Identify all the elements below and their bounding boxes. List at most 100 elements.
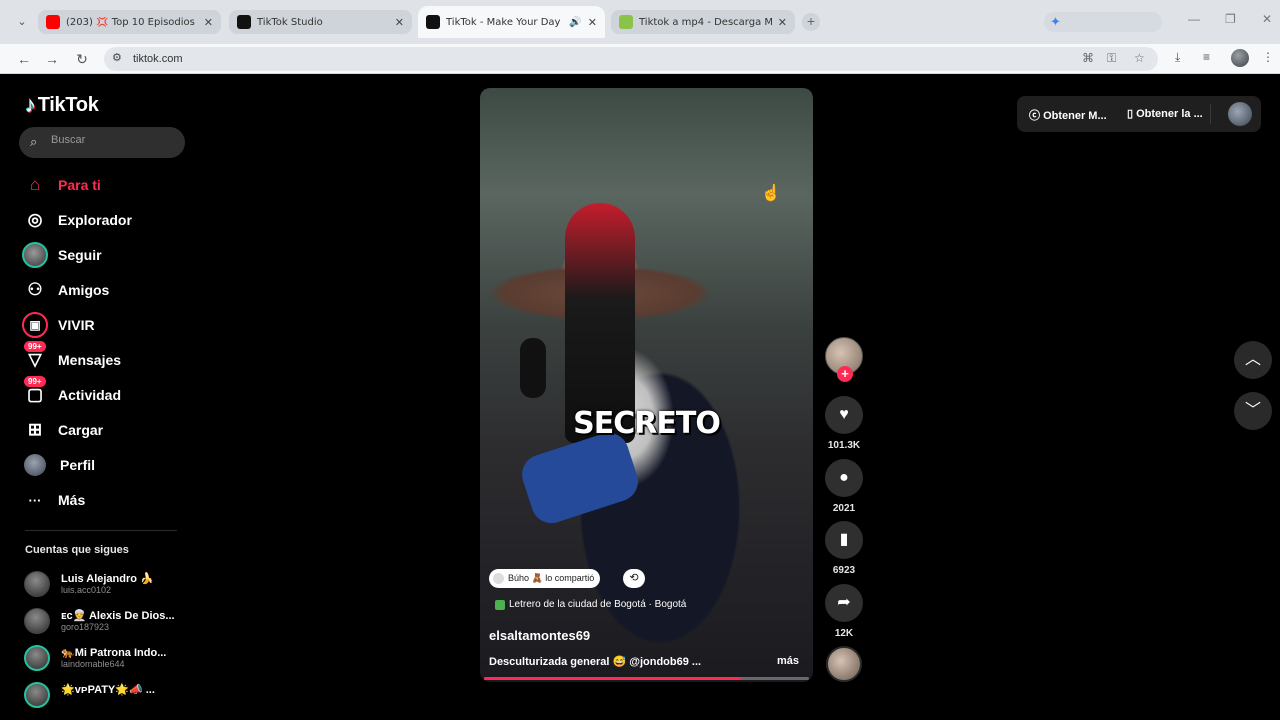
close-icon[interactable]: ✕: [778, 16, 787, 29]
more-icon: ···: [28, 492, 42, 508]
activity-glyph: ▢: [26, 385, 44, 404]
download-icon[interactable]: ⤓: [1175, 50, 1180, 65]
location-pin-icon: [495, 599, 505, 610]
account-name: 🐅Mi Patrona Indo...: [61, 647, 167, 659]
nav-for-you[interactable]: ⌂ Para ti: [22, 170, 101, 200]
minimize-icon[interactable]: —: [1188, 12, 1200, 26]
browser-tab[interactable]: (203) 💢 Top 10 Episodios Más ✕: [38, 10, 221, 34]
like-count: 101.3K: [827, 440, 861, 451]
user-avatar[interactable]: [1228, 102, 1252, 126]
reload-icon[interactable]: ↻: [71, 48, 93, 70]
media-control-icon[interactable]: ≡: [1203, 50, 1210, 64]
nav-following[interactable]: Seguir: [22, 240, 102, 270]
nav-label: Para ti: [58, 177, 101, 193]
messages-badge: 99+: [24, 341, 46, 352]
browser-tab[interactable]: TikTok Studio ✕: [229, 10, 412, 34]
video-description: Desculturizada general 😅 @jondob69 ...: [489, 656, 702, 668]
repost-attribution[interactable]: Búho 🧸 lo compartió: [489, 569, 601, 588]
coin-icon: ⓒ: [1029, 110, 1044, 122]
video-progress-bar[interactable]: [484, 677, 809, 680]
music-disc[interactable]: [826, 646, 862, 682]
following-account[interactable]: 🌟ᴠᴘPATY🌟📣 ...: [24, 679, 194, 713]
nav-label: Seguir: [58, 247, 102, 263]
account-handle: luis.acc0102: [61, 585, 112, 595]
previous-video-button[interactable]: ︿: [1234, 341, 1272, 379]
nav-activity[interactable]: ▢ 99+ Actividad: [22, 376, 121, 410]
tab-title: Tiktok a mp4 - Descarga Músic: [639, 16, 772, 28]
nav-explore[interactable]: ◎ Explorador: [22, 205, 132, 235]
nav-label: Perfil: [60, 457, 96, 473]
tab-search-button[interactable]: ⌄: [12, 12, 32, 32]
back-icon[interactable]: ←: [13, 48, 35, 70]
heart-icon: ♥: [839, 406, 849, 423]
more-button[interactable]: más: [777, 655, 799, 667]
nav-more[interactable]: ··· Más: [22, 485, 86, 515]
live-icon: ▣: [22, 312, 48, 338]
activity-badge: 99+: [24, 376, 46, 387]
avatar: [24, 571, 50, 597]
video-player[interactable]: SECRETO Búho 🧸 lo compartió ⟲ Letrero de…: [480, 88, 813, 682]
avatar: [24, 608, 50, 634]
search-box[interactable]: ⌕: [19, 127, 185, 158]
tiktok-note-icon: ♪: [25, 92, 36, 117]
save-count: 6923: [832, 565, 856, 576]
account-name: ᴇᴄ👳 Alexis De Dios...: [61, 610, 175, 622]
new-tab-button[interactable]: +: [802, 13, 820, 31]
nav-friends[interactable]: ⚇ Amigos: [22, 275, 109, 305]
nav-upload[interactable]: ⊞ Cargar: [22, 415, 103, 445]
close-icon[interactable]: ✕: [588, 16, 597, 29]
forward-icon[interactable]: →: [41, 48, 63, 70]
nav-messages[interactable]: ▽ 99+ Mensajes: [22, 341, 121, 375]
close-icon[interactable]: ✕: [395, 16, 404, 29]
browser-profile-avatar[interactable]: [1231, 49, 1249, 67]
window-close-icon[interactable]: ✕: [1262, 12, 1272, 26]
following-account[interactable]: 🐅Mi Patrona Indo... laindomable644: [24, 642, 194, 676]
like-button[interactable]: ♥: [825, 396, 863, 434]
bookmark-icon: ▮: [839, 531, 849, 548]
activity-icon: ▢ 99+: [22, 376, 48, 408]
search-input[interactable]: [51, 134, 171, 146]
save-button[interactable]: ▮: [825, 521, 863, 559]
phone-icon: ▯: [1127, 108, 1137, 120]
share-button[interactable]: ➦: [825, 584, 863, 622]
video-frame-microphone: [520, 338, 546, 398]
messages-icon: ▽ 99+: [22, 341, 48, 373]
follow-plus-icon[interactable]: +: [837, 366, 853, 382]
repost-icon[interactable]: ⟲: [623, 569, 645, 588]
nav-live[interactable]: ▣ VIVIR: [22, 310, 95, 340]
separator: [1210, 104, 1211, 124]
avatar: [493, 573, 504, 584]
comment-button[interactable]: ●: [825, 459, 863, 497]
tiktok-logo[interactable]: ♪ TikTok: [25, 92, 99, 118]
browser-tab-active[interactable]: TikTok - Make Your Day 🔊 ✕: [418, 6, 605, 38]
get-app-button[interactable]: ▯ Obtener la ...: [1127, 107, 1203, 120]
nav-label: Cargar: [58, 422, 104, 438]
video-author[interactable]: elsaltamontes69: [489, 628, 590, 643]
location-tag[interactable]: Letrero de la ciudad de Bogotá · Bogotá: [495, 599, 686, 610]
account-handle: goro187923: [61, 622, 110, 632]
speaker-icon[interactable]: 🔊: [569, 17, 581, 28]
nav-profile[interactable]: Perfil: [22, 450, 95, 480]
nav-label: Amigos: [58, 282, 110, 298]
menu-kebab-icon[interactable]: ⋮: [1262, 50, 1274, 64]
site-settings-icon[interactable]: ⚙: [112, 51, 122, 64]
account-handle: laindomable644: [61, 659, 125, 669]
gemini-button[interactable]: ✦: [1044, 12, 1162, 32]
url-text[interactable]: tiktok.com: [133, 53, 183, 65]
following-account[interactable]: Luis Alejandro 🍌 luis.acc0102: [24, 568, 194, 602]
following-account[interactable]: ᴇᴄ👳 Alexis De Dios... goro187923: [24, 605, 194, 639]
messages-glyph: ▽: [28, 350, 42, 369]
translate-icon[interactable]: ⌘: [1082, 51, 1094, 65]
restore-icon[interactable]: ❐: [1225, 12, 1236, 26]
sidebar-divider: [25, 530, 177, 531]
avatar: [24, 645, 50, 671]
address-bar[interactable]: ⚙ tiktok.com ⌘ ⚿ ☆: [104, 47, 1158, 71]
get-coins-button[interactable]: ⓒ Obtener M...: [1029, 107, 1107, 123]
close-icon[interactable]: ✕: [204, 16, 213, 29]
ssstik-icon: [619, 15, 633, 29]
next-video-button[interactable]: ﹀: [1234, 392, 1272, 430]
mouse-cursor-icon: ☝: [761, 185, 781, 202]
password-key-icon[interactable]: ⚿: [1107, 51, 1116, 66]
bookmark-star-icon[interactable]: ☆: [1134, 51, 1145, 65]
browser-tab[interactable]: Tiktok a mp4 - Descarga Músic ✕: [611, 10, 795, 34]
